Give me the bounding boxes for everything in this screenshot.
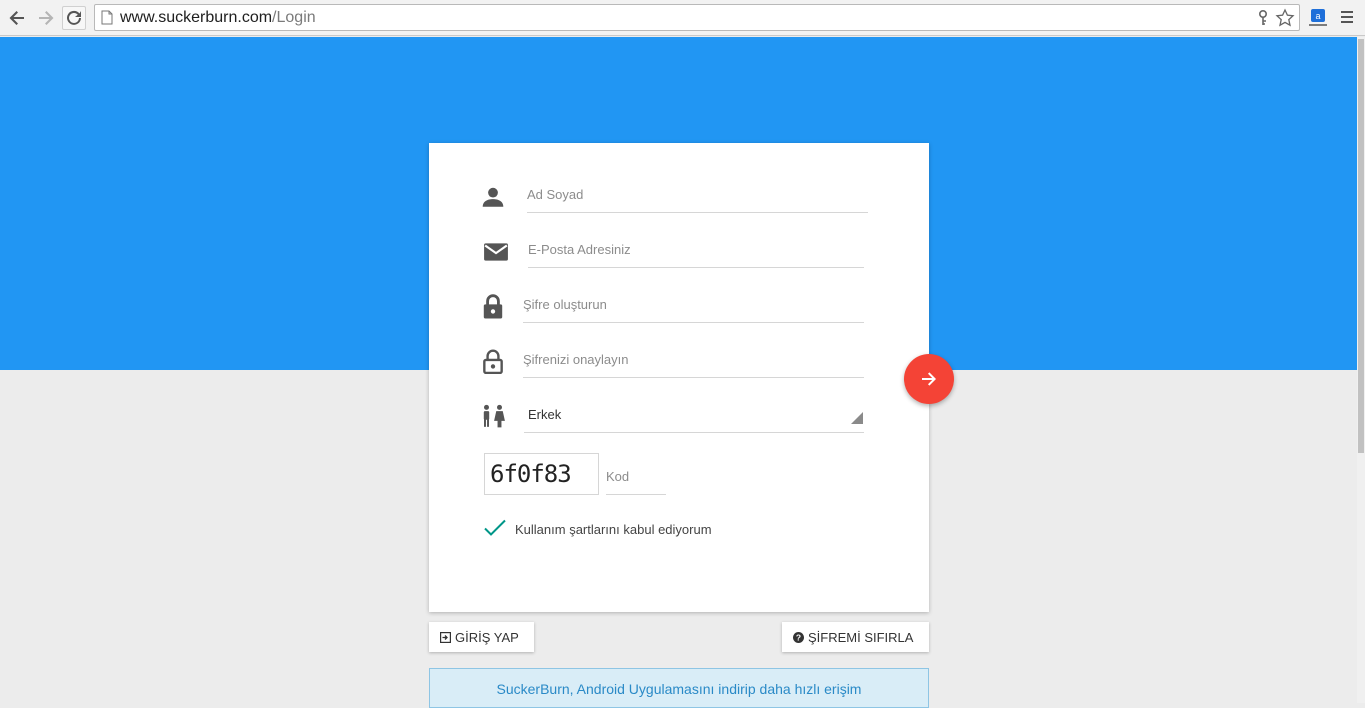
code-input[interactable]: Kod — [606, 469, 629, 484]
menu-icon[interactable] — [1340, 10, 1354, 24]
lock-icon — [483, 294, 503, 319]
question-circle-icon: ? — [793, 631, 804, 643]
terms-label[interactable]: Kullanım şartlarını kabul ediyorum — [515, 522, 712, 537]
reset-password-button-label: ŞİFREMİ SIFIRLA — [808, 629, 914, 645]
code-underline — [606, 494, 666, 495]
email-underline — [528, 267, 864, 268]
reload-icon — [67, 10, 81, 25]
mail-icon — [484, 243, 508, 261]
person-icon — [482, 187, 504, 207]
svg-text:a: a — [1315, 11, 1320, 21]
forward-button[interactable] — [34, 6, 58, 30]
check-icon[interactable] — [484, 517, 506, 539]
svg-text:?: ? — [796, 632, 801, 642]
login-button-label: GİRİŞ YAP — [455, 629, 519, 645]
reset-password-button[interactable]: ? ŞİFREMİ SIFIRLA — [782, 622, 929, 652]
captcha-image: 6f0f83 — [484, 453, 599, 495]
arrow-right-icon — [39, 11, 54, 25]
password-underline — [523, 322, 864, 323]
lock-open-icon — [483, 349, 503, 374]
select-arrow-icon — [851, 412, 863, 424]
bookmark-star-icon[interactable] — [1275, 8, 1295, 28]
password-input[interactable]: Şifre oluşturun — [523, 297, 607, 312]
address-bar[interactable]: www.suckerburn.com/Login — [94, 4, 1300, 31]
sign-in-icon — [440, 631, 451, 643]
url-path: /Login — [272, 9, 316, 26]
key-icon[interactable] — [1257, 10, 1269, 26]
arrow-left-icon — [9, 11, 24, 25]
browser-toolbar: www.suckerburn.com/Login a — [0, 0, 1365, 36]
arrow-right-icon — [922, 372, 936, 386]
gender-value[interactable]: Erkek — [528, 407, 561, 422]
wc-icon — [483, 404, 505, 428]
android-app-banner[interactable]: SuckerBurn, Android Uygulamasını indirip… — [429, 668, 929, 708]
password-confirm-input[interactable]: Şifrenizi onaylayın — [523, 352, 629, 367]
url-host: www.suckerburn.com — [120, 9, 273, 26]
name-input[interactable]: Ad Soyad — [527, 187, 583, 202]
login-button[interactable]: GİRİŞ YAP — [429, 622, 534, 652]
register-card: Ad Soyad E-Posta Adresiniz Şifre oluştur… — [429, 143, 929, 612]
url-text: www.suckerburn.com/Login — [120, 9, 316, 27]
name-underline — [527, 212, 868, 213]
extension-icon[interactable]: a — [1308, 7, 1328, 27]
password-confirm-underline — [523, 377, 864, 378]
page-icon — [101, 10, 113, 25]
scrollbar[interactable] — [1357, 37, 1365, 703]
captcha-text: 6f0f83 — [490, 460, 572, 488]
back-button[interactable] — [5, 6, 29, 30]
submit-button[interactable] — [904, 354, 954, 404]
email-input[interactable]: E-Posta Adresiniz — [528, 242, 631, 257]
reload-button[interactable] — [62, 6, 86, 30]
gender-underline — [524, 432, 864, 433]
scrollbar-thumb[interactable] — [1358, 39, 1364, 453]
android-app-banner-text: SuckerBurn, Android Uygulamasını indirip… — [496, 681, 862, 697]
